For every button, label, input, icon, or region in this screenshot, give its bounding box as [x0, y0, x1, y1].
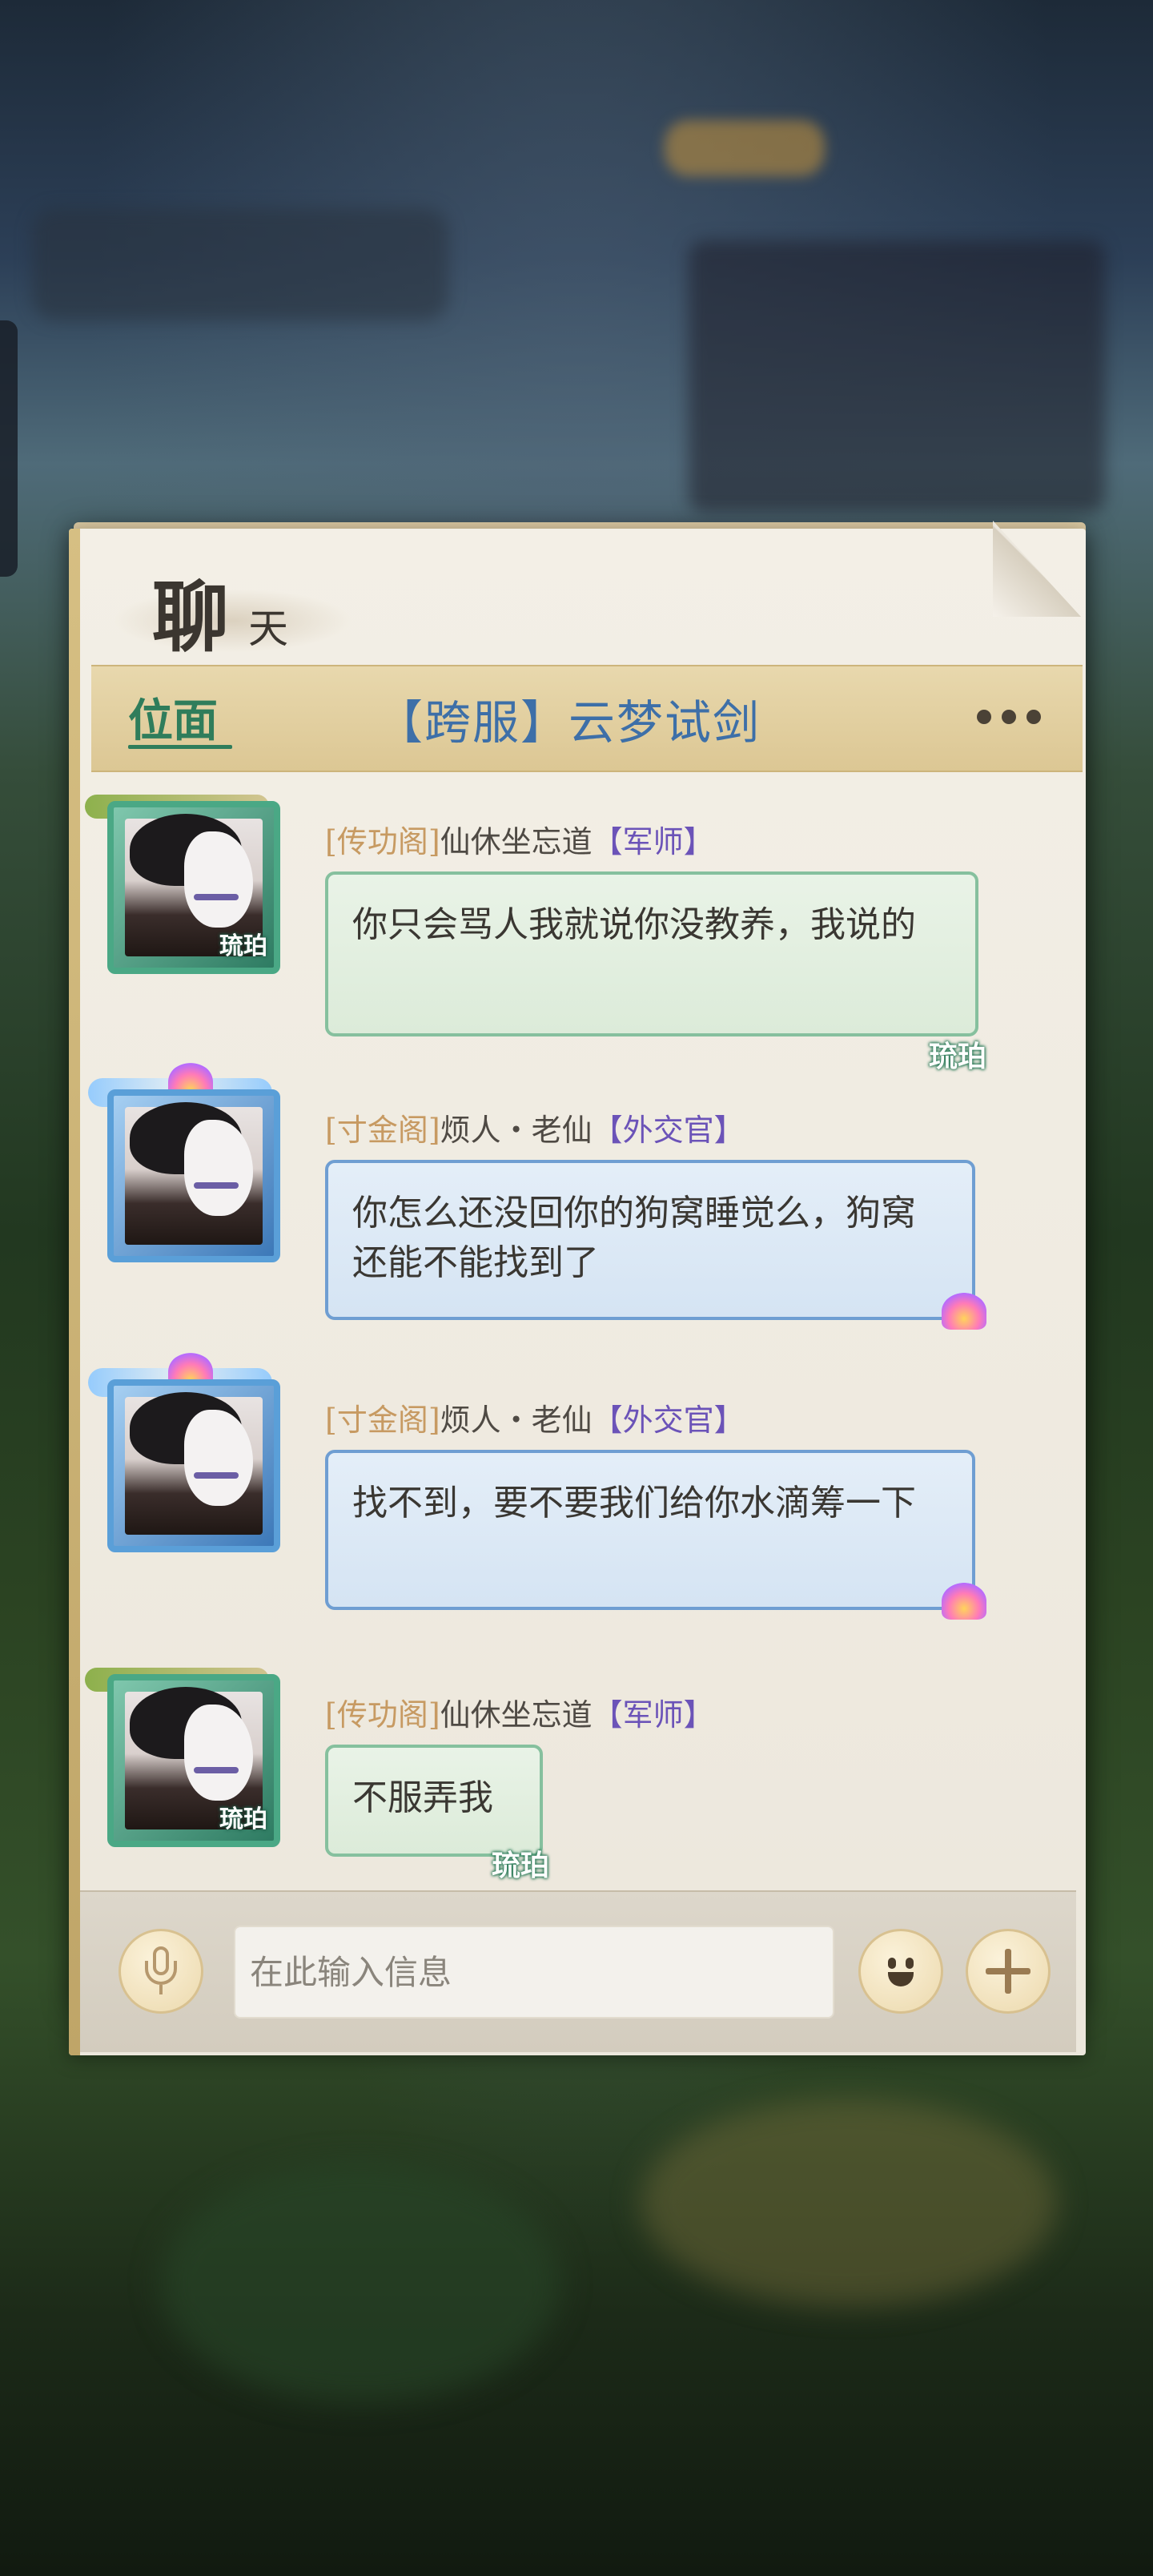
sender-name: 烦人・老仙 — [440, 1113, 593, 1148]
voice-button[interactable] — [119, 1929, 203, 2014]
background-currency-blur — [665, 120, 825, 176]
avatar-eyes — [194, 1472, 239, 1479]
chat-panel-edge — [69, 529, 80, 2055]
message-text: 你只会骂人我就说你没教养，我说的 — [352, 904, 916, 945]
sender-guild: [寸金阁] — [325, 1403, 440, 1438]
panel-title: 聊 天 — [112, 549, 368, 662]
message-bubble[interactable]: 找不到，要不要我们给你水滴筹一下 — [325, 1450, 975, 1610]
more-button[interactable] — [969, 697, 1049, 737]
lotus-badge-icon — [942, 1293, 986, 1330]
avatar[interactable] — [107, 1379, 280, 1552]
message-list[interactable]: 琉珀 [传功阁]仙休坐忘道【军师】 你只会骂人我就说你没教养，我说的 琉珀 [寸… — [80, 769, 1073, 1890]
bubble-rank-tag: 琉珀 — [929, 1040, 987, 1073]
tab-plane[interactable]: 位面 — [128, 685, 218, 750]
more-dot — [1002, 710, 1016, 724]
avatar-rank-tag: 琉珀 — [219, 1805, 267, 1833]
sender-role: 【军师】 — [592, 1697, 714, 1733]
message-item: 琉珀 [传功阁]仙休坐忘道【军师】 你只会骂人我就说你没教养，我说的 琉珀 — [80, 795, 1073, 1073]
avatar-rank-tag: 琉珀 — [219, 932, 267, 960]
microphone-icon — [145, 1946, 177, 1996]
background-hud-right — [689, 240, 1105, 513]
message-item: 琉珀 [传功阁]仙休坐忘道【军师】 不服弄我 琉珀 — [80, 1668, 1073, 1890]
plus-icon — [986, 1949, 1030, 1994]
tab-cross-server-channel[interactable]: 【跨服】云梦试剑 — [376, 685, 761, 752]
sender-line[interactable]: [传功阁]仙休坐忘道【军师】 — [325, 817, 714, 861]
more-actions-button[interactable] — [966, 1929, 1051, 2014]
sender-line[interactable]: [传功阁]仙休坐忘道【军师】 — [325, 1690, 714, 1734]
panel-title-main: 聊 — [152, 572, 231, 662]
message-text: 找不到，要不要我们给你水滴筹一下 — [352, 1483, 916, 1523]
sender-name: 仙休坐忘道 — [440, 1697, 593, 1733]
side-edge-tab[interactable] — [0, 320, 18, 577]
emoji-icon — [877, 1951, 925, 1991]
sender-line[interactable]: [寸金阁]烦人・老仙【外交官】 — [325, 1105, 745, 1149]
background-building — [641, 2099, 1057, 2307]
sender-guild: [传功阁] — [325, 824, 440, 859]
avatar[interactable]: 琉珀 — [107, 1674, 280, 1847]
avatar-eyes — [194, 1767, 239, 1773]
background-foliage — [160, 2163, 560, 2403]
emoji-eye-right — [906, 1958, 914, 1969]
message-text: 不服弄我 — [352, 1777, 493, 1818]
emoji-eye-left — [888, 1958, 896, 1969]
more-dot — [1026, 710, 1041, 724]
sender-name: 仙休坐忘道 — [440, 824, 593, 859]
background-hud-left — [32, 208, 448, 320]
sender-guild: [寸金阁] — [325, 1113, 440, 1148]
mic-arc — [145, 1961, 177, 1985]
title-cloud-decoration — [112, 589, 352, 653]
sender-role: 【军师】 — [592, 824, 714, 859]
more-dots-icon — [977, 710, 991, 724]
tab-active-underline — [128, 745, 232, 749]
message-input[interactable] — [234, 1926, 834, 2019]
avatar[interactable] — [107, 1089, 280, 1262]
panel-title-sub: 天 — [248, 606, 288, 652]
message-bubble[interactable]: 不服弄我 — [325, 1745, 543, 1857]
lotus-badge-icon — [942, 1583, 986, 1620]
message-bubble[interactable]: 你只会骂人我就说你没教养，我说的 — [325, 871, 978, 1036]
mic-stem — [159, 1985, 163, 1994]
emoji-mouth — [888, 1972, 914, 1986]
message-item: [寸金阁]烦人・老仙【外交官】 你怎么还没回你的狗窝睡觉么，狗窝还能不能找到了 — [80, 1062, 1073, 1362]
avatar[interactable]: 琉珀 — [107, 801, 280, 974]
avatar-eyes — [194, 1182, 239, 1189]
sender-role: 【外交官】 — [592, 1403, 745, 1438]
emoji-button[interactable] — [858, 1929, 943, 2014]
message-bubble[interactable]: 你怎么还没回你的狗窝睡觉么，狗窝还能不能找到了 — [325, 1160, 975, 1320]
sender-guild: [传功阁] — [325, 1697, 440, 1733]
message-text: 你怎么还没回你的狗窝睡觉么，狗窝还能不能找到了 — [352, 1193, 916, 1283]
bubble-rank-tag: 琉珀 — [492, 1849, 550, 1882]
sender-role: 【外交官】 — [592, 1113, 745, 1148]
message-item: [寸金阁]烦人・老仙【外交官】 找不到，要不要我们给你水滴筹一下 — [80, 1352, 1073, 1652]
sender-line[interactable]: [寸金阁]烦人・老仙【外交官】 — [325, 1395, 745, 1439]
avatar-eyes — [194, 894, 239, 900]
sender-name: 烦人・老仙 — [440, 1403, 593, 1438]
